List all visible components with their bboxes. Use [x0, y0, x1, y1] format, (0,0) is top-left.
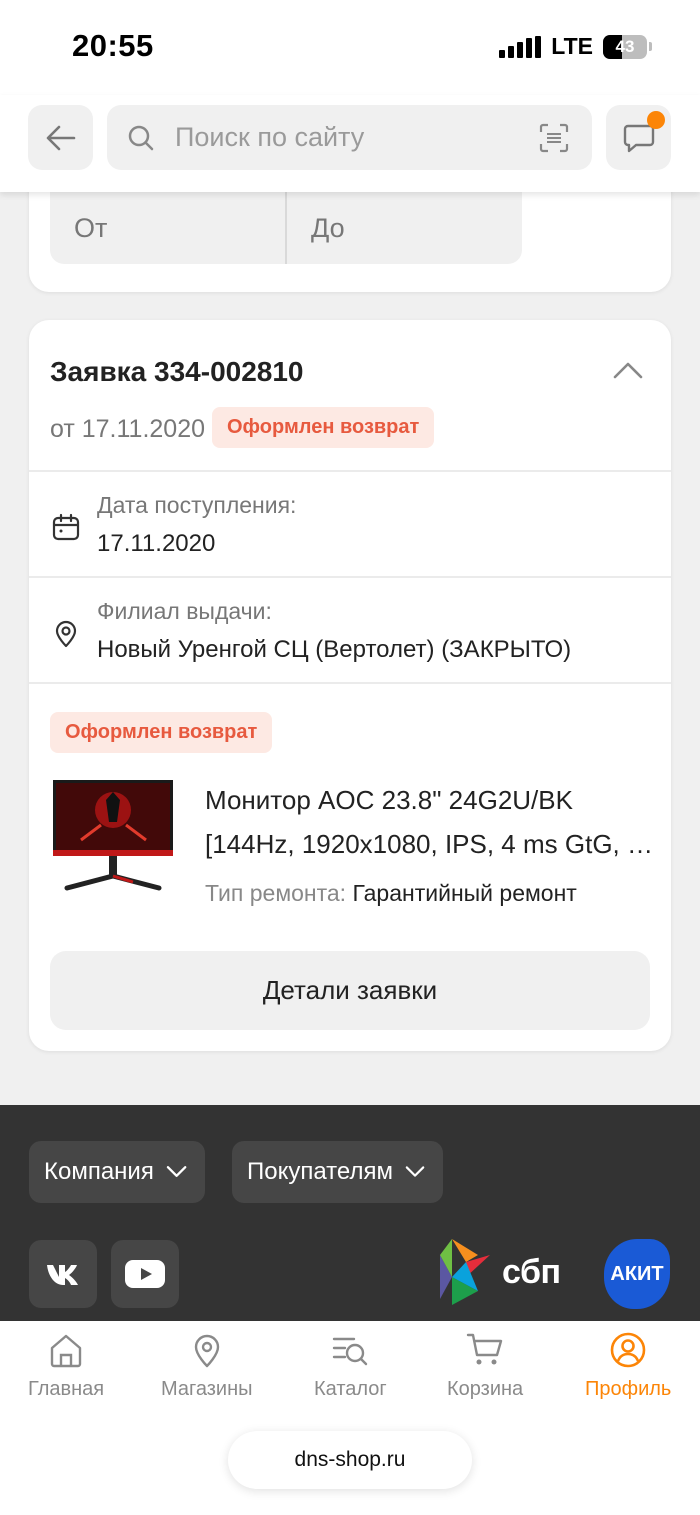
search-bar[interactable]	[107, 105, 592, 170]
status-indicators: LTE 43	[499, 33, 652, 60]
receipt-date-row: Дата поступления: 17.11.2020	[29, 470, 671, 576]
status-time: 20:55	[72, 28, 154, 63]
repair-type-label: Тип ремонта:	[205, 880, 347, 906]
receipt-date-label: Дата поступления:	[97, 492, 297, 518]
vk-button[interactable]	[29, 1240, 97, 1308]
customers-dropdown[interactable]: Покупателям	[232, 1141, 443, 1203]
notification-dot	[647, 111, 665, 129]
scan-icon[interactable]	[538, 122, 570, 154]
site-footer: Компания Покупателям сбп АКИТ	[0, 1105, 700, 1321]
app-header	[0, 95, 700, 192]
price-from-input[interactable]: От	[50, 192, 285, 264]
order-card: Заявка 334-002810 от 17.11.2020 Оформлен…	[29, 320, 671, 1051]
nav-stores-label: Магазины	[161, 1378, 253, 1400]
nav-stores[interactable]: Магазины	[161, 1331, 253, 1401]
product-name[interactable]: Монитор AOC 23.8" 24G2U/BK [144Hz, 1920x…	[205, 778, 655, 866]
branch-value: Новый Уренгой СЦ (Вертолет) (ЗАКРЫТО)	[97, 636, 572, 663]
cart-icon	[466, 1333, 503, 1365]
chat-button[interactable]	[606, 105, 671, 170]
bottom-navigation: Главная Магазины Каталог Корзина Профиль…	[0, 1321, 700, 1515]
repair-type-value: Гарантийный ремонт	[352, 880, 577, 906]
nav-catalog[interactable]: Каталог	[314, 1331, 387, 1401]
sbp-logo: сбп	[438, 1239, 561, 1305]
map-pin-icon	[194, 1334, 219, 1368]
chevron-down-icon	[405, 1166, 425, 1177]
product-name-line: Монитор AOC 23.8" 24G2U/BK	[205, 785, 573, 815]
search-input[interactable]	[175, 122, 515, 153]
signal-icon	[499, 35, 542, 58]
youtube-button[interactable]	[111, 1240, 179, 1308]
arrow-left-icon	[46, 125, 75, 150]
product-specs-line: [144Hz, 1920x1080, IPS, 4 ms GtG, 250 cd…	[205, 829, 655, 859]
company-dropdown[interactable]: Компания	[29, 1141, 205, 1203]
nav-profile[interactable]: Профиль	[585, 1331, 671, 1401]
nav-catalog-label: Каталог	[314, 1378, 387, 1400]
receipt-date-value: 17.11.2020	[97, 530, 216, 557]
nav-home[interactable]: Главная	[28, 1331, 104, 1401]
network-type: LTE	[551, 33, 593, 59]
home-icon	[50, 1334, 82, 1368]
order-title: Заявка 334-002810	[50, 356, 304, 387]
youtube-icon	[125, 1260, 165, 1288]
branch-label: Филиал выдачи:	[97, 598, 272, 624]
browser-url-bar[interactable]: dns-shop.ru	[228, 1431, 472, 1489]
catalog-search-icon	[333, 1337, 368, 1366]
branch-row: Филиал выдачи: Новый Уренгой СЦ (Вертоле…	[29, 576, 671, 682]
back-button[interactable]	[28, 105, 93, 170]
battery-cap	[649, 42, 652, 51]
nav-home-label: Главная	[28, 1378, 105, 1400]
nav-profile-label: Профиль	[585, 1378, 672, 1400]
sbp-label: сбп	[502, 1252, 561, 1291]
company-label: Компания	[44, 1158, 154, 1185]
status-badge: Оформлен возврат	[212, 407, 435, 448]
divider	[29, 682, 671, 684]
search-icon	[128, 125, 154, 150]
price-range: От До	[50, 192, 522, 264]
nav-cart-label: Корзина	[447, 1378, 524, 1400]
battery-level: 43	[615, 36, 635, 56]
order-date: от 17.11.2020	[50, 415, 206, 443]
akit-logo: АКИТ	[604, 1239, 670, 1309]
calendar-icon	[52, 513, 80, 541]
order-details-button[interactable]: Детали заявки	[50, 951, 650, 1030]
vk-icon	[47, 1265, 78, 1285]
repair-type: Тип ремонта: Гарантийный ремонт	[205, 880, 577, 907]
sbp-icon	[440, 1239, 490, 1305]
battery-icon: 43	[603, 34, 647, 59]
monitor-product-image[interactable]	[51, 780, 175, 892]
profile-icon	[610, 1332, 646, 1368]
price-to-input[interactable]: До	[285, 192, 522, 264]
nav-cart[interactable]: Корзина	[447, 1331, 523, 1401]
status-bar: 20:55 LTE 43	[0, 0, 700, 95]
customers-label: Покупателям	[247, 1158, 393, 1185]
chevron-down-icon	[166, 1166, 187, 1178]
item-status-badge: Оформлен возврат	[50, 712, 273, 753]
map-pin-icon	[55, 620, 77, 648]
chevron-up-icon[interactable]	[613, 360, 643, 380]
